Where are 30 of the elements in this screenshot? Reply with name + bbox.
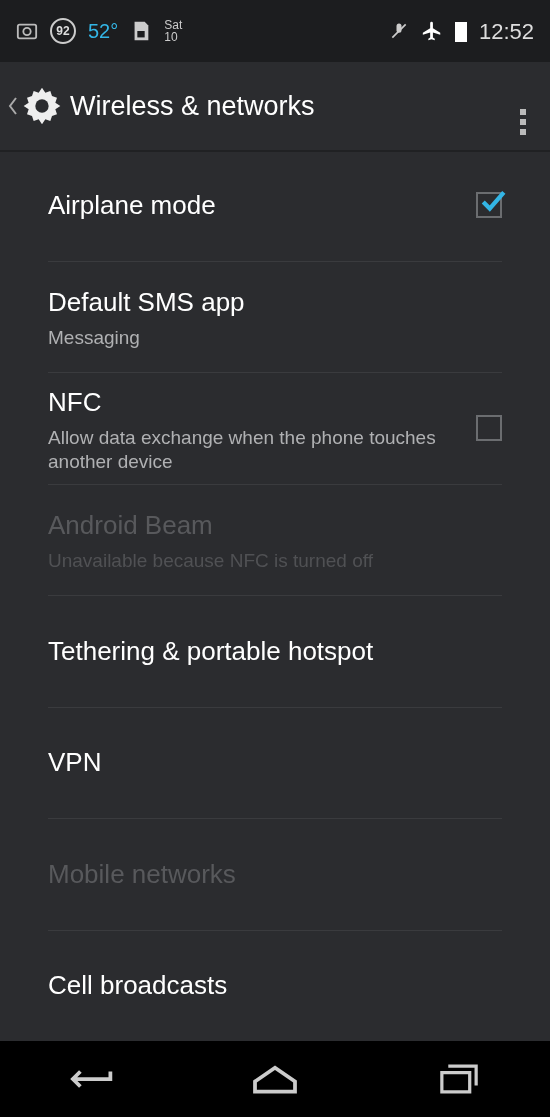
settings-item[interactable]: NFC Allow data exchange when the phone touches another device bbox=[48, 373, 502, 485]
setting-summary: Messaging bbox=[48, 326, 141, 351]
setting-title: Cell broadcasts bbox=[48, 969, 229, 1003]
calendar-date: 10 bbox=[164, 31, 179, 43]
home-button[interactable] bbox=[250, 1064, 300, 1094]
calendar-day: Sat bbox=[164, 19, 183, 31]
setting-title: NFC bbox=[48, 386, 103, 419]
clock: 12:52 bbox=[478, 17, 534, 46]
temperature: 52° bbox=[88, 19, 119, 44]
settings-item[interactable]: Default SMS app Messaging bbox=[48, 261, 502, 373]
setting-title: VPN bbox=[48, 746, 103, 780]
home-icon bbox=[250, 1064, 300, 1094]
back-icon bbox=[68, 1069, 113, 1089]
notification-badge: 92 bbox=[50, 18, 76, 44]
setting-title: Tethering & portable hotspot bbox=[48, 634, 375, 668]
up-button[interactable] bbox=[8, 86, 62, 126]
airplane-icon bbox=[420, 20, 443, 42]
battery-icon bbox=[454, 20, 467, 42]
settings-item[interactable]: VPN bbox=[48, 707, 502, 819]
setting-title: Default SMS app bbox=[48, 286, 246, 320]
back-button[interactable] bbox=[68, 1069, 113, 1089]
caret-icon bbox=[8, 96, 18, 116]
setting-title: Airplane mode bbox=[48, 188, 217, 222]
screen-title: Wireless & networks bbox=[70, 89, 315, 123]
settings-item[interactable]: Cell broadcasts bbox=[48, 930, 502, 1041]
setting-summary: Allow data exchange when the phone touches another device bbox=[48, 426, 437, 474]
gear-icon bbox=[22, 86, 62, 126]
checkbox[interactable] bbox=[476, 415, 502, 442]
settings-item[interactable]: Tethering & portable hotspot bbox=[48, 596, 502, 708]
settings-item[interactable]: Airplane mode bbox=[48, 150, 502, 262]
